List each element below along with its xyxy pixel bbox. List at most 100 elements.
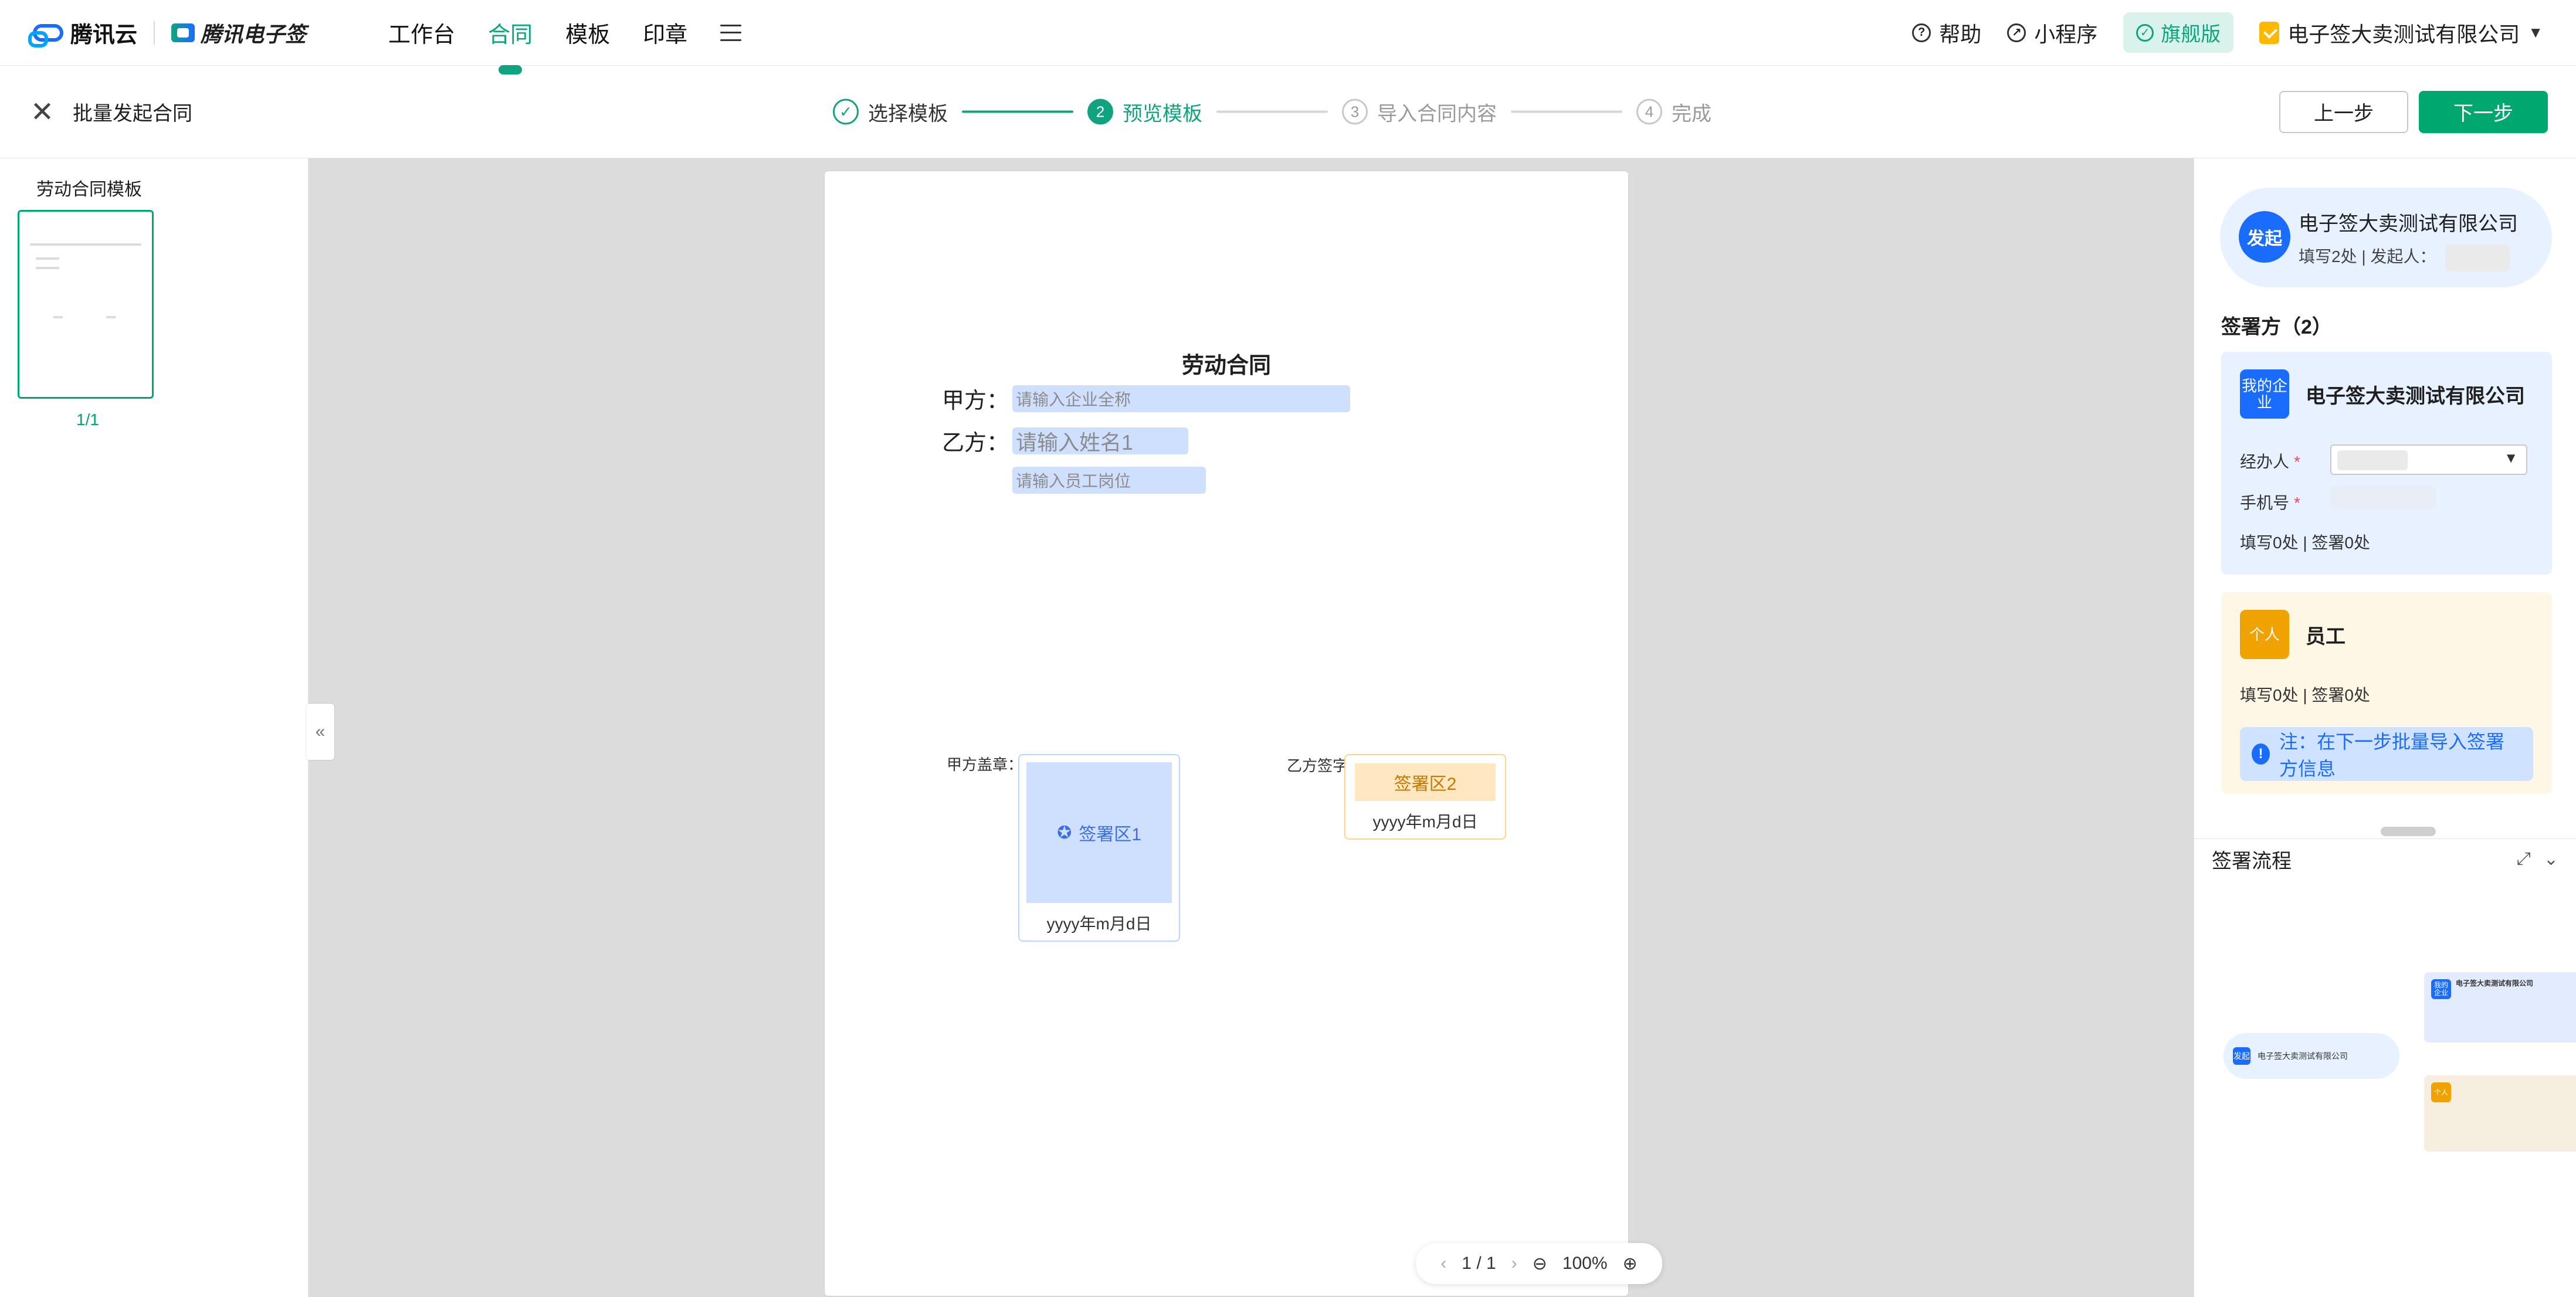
signature-area-1[interactable]: ✪ 签署区1 yyyy年m月d日 bbox=[1018, 754, 1180, 942]
seal-a-label: 甲方盖章： bbox=[947, 756, 1023, 773]
signer-person-card: 个人 员工 填写0处 | 签署0处 ! 注：在下一步批量导入签署方信息 bbox=[2221, 592, 2552, 794]
batch-title: 批量发起合同 bbox=[73, 103, 192, 125]
signers-title: 签署方（2） bbox=[2221, 316, 2332, 338]
nav-item-contracts[interactable]: 合同 bbox=[488, 16, 533, 49]
handler-label: 经办人 * bbox=[2240, 449, 2300, 473]
party-a-row: 甲方： 请输入企业全称 bbox=[942, 382, 1350, 415]
step-number: 2 bbox=[1087, 99, 1113, 125]
signer-company-head: 我的企业 电子签大卖测试有限公司 bbox=[2240, 369, 2525, 419]
help-link[interactable]: ? 帮助 bbox=[1912, 18, 1981, 48]
step-bar: ✕ 批量发起合同 ✓ 选择模板 2 预览模板 3 导入合同内容 4 完成 上一步… bbox=[0, 66, 2576, 158]
nav-item-seals[interactable]: 印章 bbox=[643, 16, 687, 49]
signature-area-1-date: yyyy年m月d日 bbox=[1046, 915, 1152, 933]
help-icon: ? bbox=[1912, 23, 1931, 42]
seal-icon: ✪ bbox=[1057, 823, 1072, 843]
flow-title: 签署流程 bbox=[2212, 850, 2292, 872]
page-number: 1 / 1 bbox=[1462, 1254, 1496, 1273]
step-connector bbox=[962, 110, 1073, 113]
stepper: ✓ 选择模板 2 预览模板 3 导入合同内容 4 完成 bbox=[833, 97, 1711, 126]
handler-text: 经办人 bbox=[2240, 453, 2290, 471]
panel-resize-handle[interactable] bbox=[2381, 827, 2436, 836]
signature-area-2[interactable]: 签署区2 yyyy年m月d日 bbox=[1344, 754, 1506, 840]
brand-divider bbox=[154, 21, 155, 45]
zoom-out-icon[interactable]: ⊖ bbox=[1533, 1254, 1547, 1274]
nav-item-templates[interactable]: 模板 bbox=[565, 16, 610, 49]
collapse-down-icon[interactable]: ⌄ bbox=[2544, 849, 2558, 870]
signer-person-name: 员工 bbox=[2306, 625, 2345, 648]
contract-title: 劳动合同 bbox=[1181, 354, 1271, 378]
prev-button[interactable]: 上一步 bbox=[2279, 90, 2408, 133]
phone-text: 手机号 bbox=[2240, 494, 2290, 512]
step-preview-template: 2 预览模板 bbox=[1087, 97, 1202, 126]
flow-person-card: 个人 bbox=[2424, 1075, 2576, 1152]
tencent-cloud-logo[interactable]: 腾讯云 bbox=[28, 16, 138, 49]
mini-program-link[interactable]: ↗ 小程序 bbox=[2007, 18, 2097, 48]
signature-area-2-date: yyyy年m月d日 bbox=[1372, 813, 1478, 831]
initiator-company: 电子签大卖测试有限公司 bbox=[2299, 213, 2518, 235]
menu-icon[interactable] bbox=[720, 24, 742, 41]
top-bar: 腾讯云 腾讯电子签 工作台 合同 模板 印章 ? 帮助 ↗ 小程序 ✓ 旗舰版 bbox=[0, 0, 2576, 66]
esign-logo[interactable]: 腾讯电子签 bbox=[171, 18, 306, 48]
step-label: 选择模板 bbox=[868, 103, 948, 125]
initiator-counts: 填写2处 | 发起人： bbox=[2299, 247, 2436, 266]
close-icon[interactable]: ✕ bbox=[28, 96, 56, 128]
flow-company-tag: 我的企业 bbox=[2431, 979, 2451, 999]
mini-program-icon: ↗ bbox=[2007, 23, 2026, 42]
collapse-left-icon[interactable]: « bbox=[306, 704, 334, 760]
main-nav: 工作台 合同 模板 印章 bbox=[388, 16, 742, 49]
party-a-field[interactable]: 请输入企业全称 bbox=[1012, 385, 1350, 412]
chevron-down-icon: ▼ bbox=[2528, 23, 2543, 41]
company-switcher[interactable]: 电子签大卖测试有限公司 ▼ bbox=[2259, 18, 2543, 48]
edition-label: 旗舰版 bbox=[2161, 23, 2221, 46]
zoom-toolbar: ‹ 1 / 1 › ⊖ 100% ⊕ bbox=[1416, 1243, 1662, 1284]
step-connector bbox=[1511, 110, 1622, 113]
page-indicator: 1/1 bbox=[76, 410, 99, 429]
brand-left-label: 腾讯云 bbox=[70, 23, 138, 47]
document-viewer: « 劳动合同 甲方： 请输入企业全称 乙方： 请输入姓名1 请输入员工岗位 甲方… bbox=[306, 158, 2194, 1297]
signature-area-2-label: 签署区2 bbox=[1355, 763, 1496, 801]
party-b-position-field[interactable]: 请输入员工岗位 bbox=[1012, 467, 1206, 494]
step-number: 4 bbox=[1636, 99, 1662, 125]
nav-item-workbench[interactable]: 工作台 bbox=[388, 16, 455, 49]
handler-select[interactable]: ▼ bbox=[2330, 444, 2527, 475]
flow-canvas: 发起 电子签大卖测试有限公司 我的企业 电子签大卖测试有限公司 个人 bbox=[2194, 880, 2576, 1297]
next-page-icon[interactable]: › bbox=[1511, 1254, 1517, 1274]
prev-page-icon[interactable]: ‹ bbox=[1440, 1254, 1446, 1274]
step-actions: 上一步 下一步 bbox=[2279, 90, 2548, 133]
signature-area-1-label: 签署区1 bbox=[1079, 825, 1141, 844]
top-right: ? 帮助 ↗ 小程序 ✓ 旗舰版 电子签大卖测试有限公司 ▼ bbox=[1912, 12, 2543, 53]
step-select-template: ✓ 选择模板 bbox=[833, 97, 948, 126]
step-label: 导入合同内容 bbox=[1377, 103, 1497, 125]
initiator-badge: 发起 bbox=[2239, 211, 2290, 263]
brand-right-label: 腾讯电子签 bbox=[201, 22, 307, 46]
flow-header: 签署流程 ⤢ ⌄ bbox=[2194, 838, 2576, 880]
step-import-content: 3 导入合同内容 bbox=[1342, 97, 1497, 126]
expand-icon[interactable]: ⤢ bbox=[2517, 849, 2531, 870]
party-b-name-field[interactable]: 请输入姓名1 bbox=[1012, 427, 1188, 454]
template-name: 劳动合同模板 bbox=[36, 180, 142, 199]
check-icon: ✓ bbox=[833, 99, 859, 125]
cloud-icon bbox=[28, 23, 63, 47]
info-icon: ! bbox=[2252, 743, 2270, 765]
zoom-in-icon[interactable]: ⊕ bbox=[1623, 1254, 1638, 1274]
page-thumbnail[interactable] bbox=[18, 210, 154, 399]
signer-company-name: 电子签大卖测试有限公司 bbox=[2306, 385, 2525, 408]
step-label: 完成 bbox=[1672, 103, 1711, 125]
required-mark: * bbox=[2294, 494, 2300, 512]
phone-label: 手机号 * bbox=[2240, 490, 2300, 514]
help-label: 帮助 bbox=[1939, 22, 1982, 46]
flow-company-name: 电子签大卖测试有限公司 bbox=[2456, 979, 2534, 987]
next-button[interactable]: 下一步 bbox=[2419, 90, 2548, 133]
signer-company-card: 我的企业 电子签大卖测试有限公司 经办人 * ▼ 手机号 * 填写0处 | 签署0处 bbox=[2221, 352, 2552, 575]
person-tag: 个人 bbox=[2240, 610, 2289, 659]
seal-b-label: 乙方签字 bbox=[1287, 757, 1348, 775]
thumbnail-panel: 劳动合同模板 1/1 bbox=[0, 158, 309, 1297]
step-finish: 4 完成 bbox=[1636, 97, 1711, 126]
esign-icon bbox=[171, 23, 195, 42]
flow-actions: ⤢ ⌄ bbox=[2517, 849, 2558, 870]
redacted-handler bbox=[2337, 450, 2408, 470]
zoom-percent: 100% bbox=[1562, 1254, 1608, 1273]
initiator-sub: 填写2处 | 发起人： bbox=[2299, 244, 2510, 271]
edition-badge[interactable]: ✓ 旗舰版 bbox=[2123, 12, 2234, 53]
step-connector bbox=[1216, 110, 1328, 113]
